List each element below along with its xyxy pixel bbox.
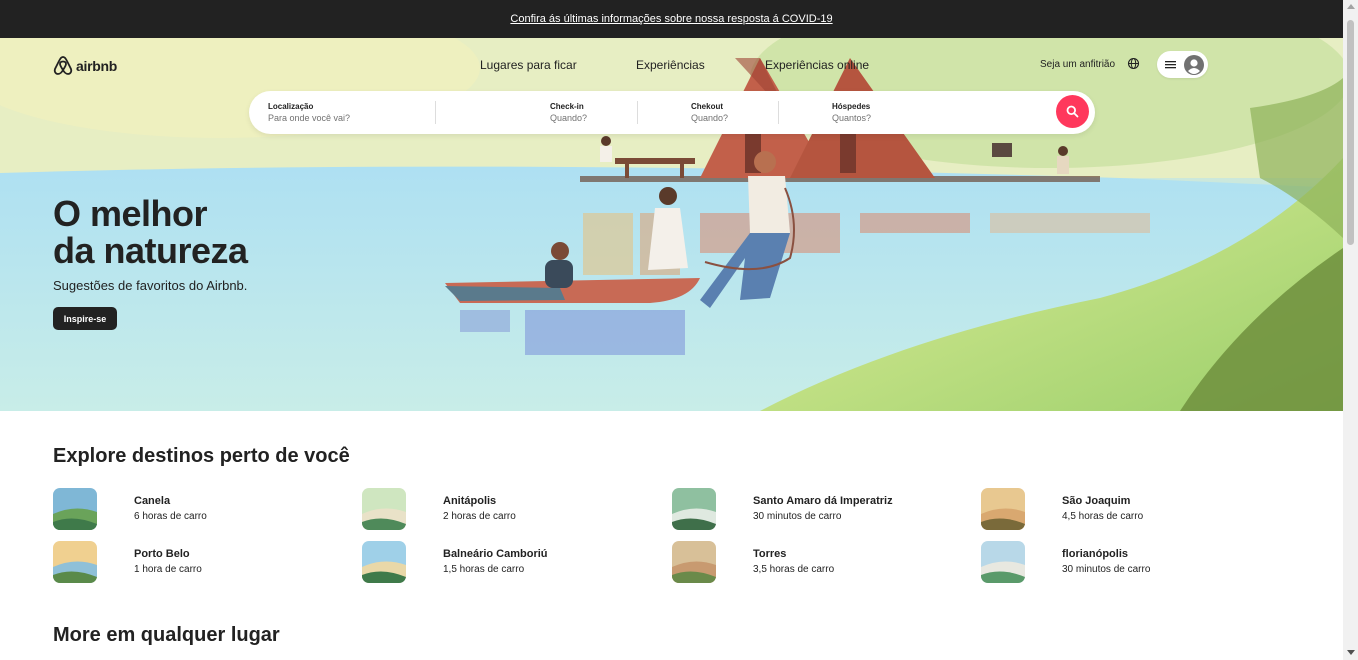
airbnb-logo-icon: [53, 56, 73, 75]
destination-card[interactable]: Porto Belo 1 hora de carro: [53, 541, 333, 585]
search-guests-field[interactable]: Hóspedes Quantos?: [832, 102, 871, 123]
destination-thumbnail: [981, 541, 1025, 583]
destination-card[interactable]: Anitápolis 2 horas de carro: [362, 488, 642, 532]
destination-name: Santo Amaro dá Imperatriz: [753, 495, 893, 507]
destination-thumbnail: [53, 541, 97, 583]
destination-name: São Joaquim: [1062, 495, 1131, 507]
scrollbar-thumb[interactable]: [1347, 20, 1354, 245]
nav-lugares-para-ficar[interactable]: Lugares para ficar: [480, 58, 577, 72]
user-avatar-icon: [1184, 54, 1204, 75]
checkin-input[interactable]: Quando?: [550, 113, 587, 123]
guests-label: Hóspedes: [832, 102, 871, 111]
search-icon: [1066, 105, 1079, 118]
search-divider: [778, 101, 779, 124]
destination-card[interactable]: São Joaquim 4,5 horas de carro: [981, 488, 1261, 532]
hero-title-line-2: da natureza: [53, 230, 248, 271]
covid-banner: Confira ás últimas informações sobre nos…: [0, 0, 1343, 38]
search-bar: Localização Para onde você vai? Check-in…: [249, 91, 1095, 134]
logo-text: airbnb: [76, 57, 117, 74]
search-button[interactable]: [1056, 95, 1089, 128]
destination-thumbnail: [981, 488, 1025, 530]
destination-name: Porto Belo: [134, 548, 190, 560]
hero-title-line-1: O melhor: [53, 193, 208, 234]
globe-icon[interactable]: [1127, 57, 1140, 70]
destination-name: florianópolis: [1062, 548, 1128, 560]
destination-card[interactable]: florianópolis 30 minutos de carro: [981, 541, 1261, 585]
destination-card[interactable]: Canela 6 horas de carro: [53, 488, 333, 532]
destination-distance: 30 minutos de carro: [1062, 564, 1151, 575]
destination-card[interactable]: Balneário Camboriú 1,5 horas de carro: [362, 541, 642, 585]
destination-distance: 1,5 horas de carro: [443, 564, 525, 575]
search-location-field[interactable]: Localização Para onde você vai?: [268, 102, 350, 123]
covid-info-link[interactable]: Confira ás últimas informações sobre nos…: [510, 13, 832, 25]
search-divider: [435, 101, 436, 124]
more-section-title: More em qualquer lugar: [53, 624, 280, 646]
checkout-label: Chekout: [691, 102, 723, 111]
hero-section: airbnb Lugares para ficar Experiências E…: [0, 38, 1343, 411]
destination-thumbnail: [672, 541, 716, 583]
inspire-button[interactable]: Inspire-se: [53, 307, 117, 330]
destination-name: Balneário Camboriú: [443, 548, 548, 560]
destination-thumbnail: [672, 488, 716, 530]
nav-experiencias[interactable]: Experiências: [636, 58, 705, 72]
destination-card[interactable]: Torres 3,5 horas de carro: [672, 541, 952, 585]
destination-distance: 1 hora de carro: [134, 564, 202, 575]
guests-input[interactable]: Quantos?: [832, 113, 871, 123]
destination-distance: 3,5 horas de carro: [753, 564, 835, 575]
page-scrollbar[interactable]: [1343, 0, 1358, 660]
user-menu-button[interactable]: [1157, 51, 1208, 78]
destination-name: Torres: [753, 548, 787, 560]
search-divider: [637, 101, 638, 124]
search-checkout-field[interactable]: Chekout Quando?: [691, 102, 728, 123]
destination-thumbnail: [53, 488, 97, 530]
destination-distance: 30 minutos de carro: [753, 511, 842, 522]
destination-distance: 2 horas de carro: [443, 511, 516, 522]
destination-name: Canela: [134, 495, 171, 507]
location-input[interactable]: Para onde você vai?: [268, 113, 350, 123]
scroll-up-arrow-icon[interactable]: [1347, 4, 1355, 9]
checkout-input[interactable]: Quando?: [691, 113, 728, 123]
destination-distance: 4,5 horas de carro: [1062, 511, 1144, 522]
destination-card[interactable]: Santo Amaro dá Imperatriz 30 minutos de c…: [672, 488, 952, 532]
explore-section-title: Explore destinos perto de você: [53, 445, 350, 467]
checkin-label: Check-in: [550, 102, 584, 111]
destination-thumbnail: [362, 541, 406, 583]
airbnb-logo[interactable]: airbnb: [53, 55, 117, 76]
menu-icon: [1165, 61, 1176, 69]
search-checkin-field[interactable]: Check-in Quando?: [550, 102, 587, 123]
destination-distance: 6 horas de carro: [134, 511, 207, 522]
become-host-link[interactable]: Seja um anfitrião: [1040, 59, 1115, 70]
location-label: Localização: [268, 102, 314, 111]
destination-name: Anitápolis: [443, 495, 497, 507]
nav-experiencias-online[interactable]: Experiências online: [765, 58, 869, 72]
hero-subtitle: Sugestões de favoritos do Airbnb.: [53, 278, 248, 293]
destination-thumbnail: [362, 488, 406, 530]
hero-title: O melhor da natureza: [53, 195, 248, 269]
scroll-down-arrow-icon[interactable]: [1347, 650, 1355, 655]
